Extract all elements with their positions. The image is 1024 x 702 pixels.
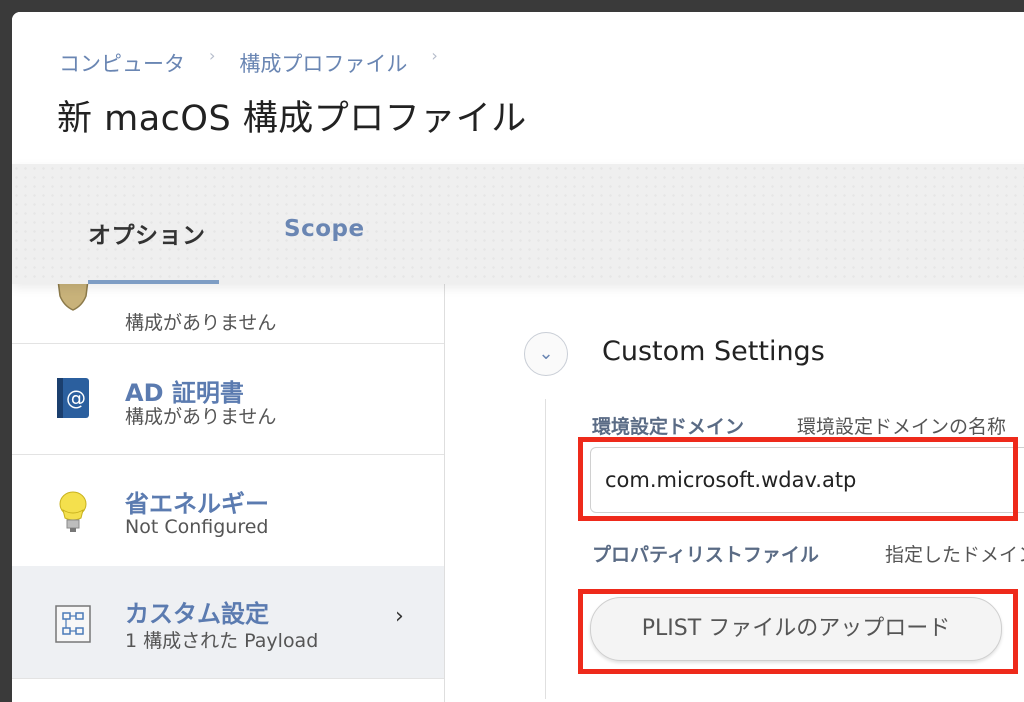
page-title: 新 macOS 構成プロファイル <box>57 99 527 139</box>
sidebar-item-status: Not Configured <box>125 516 269 538</box>
payload-sidebar: 構成がありません @ AD 証明書 構成がありません 省エネルギー Not Co… <box>12 273 445 702</box>
sidebar-item-status: 構成がありません <box>125 312 277 334</box>
sidebar-item-label: カスタム設定 <box>125 600 269 628</box>
section-title: Custom Settings <box>602 336 825 367</box>
sidebar-item-energy-saver[interactable]: 省エネルギー Not Configured <box>12 454 444 567</box>
section-divider <box>545 399 546 699</box>
breadcrumb-computers-link[interactable]: コンピュータ <box>59 48 185 78</box>
plist-hint: 指定したドメイン <box>885 544 1024 566</box>
address-book-icon: @ <box>57 378 89 418</box>
breadcrumb-separator: › <box>209 45 216 65</box>
domain-label: 環境設定ドメイン <box>592 416 745 438</box>
page-header: コンピュータ › 構成プロファイル › 新 macOS 構成プロファイル <box>12 12 1024 164</box>
svg-text:@: @ <box>66 386 86 410</box>
plist-label: プロパティリストファイル <box>592 544 819 566</box>
lightbulb-icon <box>59 491 87 532</box>
collapse-section-button[interactable]: ⌄ <box>524 332 568 376</box>
sidebar-item-label: 省エネルギー <box>125 490 269 518</box>
chevron-right-icon: › <box>395 604 404 629</box>
domain-hint: 環境設定ドメインの名称 <box>797 416 1007 438</box>
active-tab-indicator <box>88 280 219 284</box>
sidebar-item-status: 1 構成された Payload <box>125 630 319 652</box>
highlight-box <box>578 437 1018 521</box>
breadcrumb: コンピュータ › 構成プロファイル › <box>59 45 462 78</box>
sidebar-item-ad-certificate[interactable]: @ AD 証明書 構成がありません <box>12 343 444 455</box>
tab-scope[interactable]: Scope <box>284 216 365 242</box>
tab-bar: オプション Scope <box>12 164 1024 284</box>
tab-options[interactable]: オプション <box>88 216 206 250</box>
breadcrumb-separator: › <box>431 45 438 65</box>
payload-editor: ⌄ Custom Settings 環境設定ドメイン 環境設定ドメインの名称 プ… <box>445 284 1024 702</box>
custom-settings-icon <box>55 605 91 643</box>
breadcrumb-profiles-link[interactable]: 構成プロファイル <box>239 48 407 78</box>
sidebar-item-custom-settings[interactable]: カスタム設定 1 構成された Payload › <box>12 566 444 679</box>
app-window: コンピュータ › 構成プロファイル › 新 macOS 構成プロファイル オプシ… <box>12 12 1024 702</box>
highlight-box <box>578 589 1018 674</box>
sidebar-item-status: 構成がありません <box>125 406 277 428</box>
